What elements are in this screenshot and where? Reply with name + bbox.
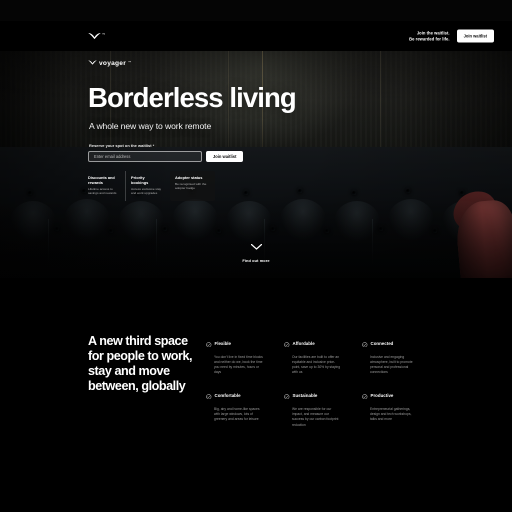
- benefit-body: Lifetime access to savings and rewards: [88, 187, 117, 196]
- feature-body: We are responsible for our impact, and m…: [292, 407, 339, 427]
- check-circle-icon: [284, 386, 290, 404]
- features-section-heading: A new third space for people to work, st…: [88, 334, 193, 393]
- feature-productive: Productive Entrepreneurial gatherings, d…: [362, 386, 432, 427]
- feature-header: Connected: [362, 334, 432, 352]
- voyager-wing-icon: [88, 60, 97, 65]
- feature-header: Comfortable: [206, 386, 276, 404]
- feature-title: Comfortable: [214, 392, 241, 398]
- email-input[interactable]: [88, 151, 202, 162]
- topbar-trademark: ™: [102, 32, 106, 37]
- feature-header: Productive: [362, 386, 432, 404]
- hero-headline: Borderless living: [88, 82, 297, 113]
- feature-title: Connected: [370, 340, 394, 346]
- landing-page: ™ Join the waitlist. Be rewarded for lif…: [0, 0, 512, 512]
- topbar-join-waitlist-button[interactable]: Join waitlist: [456, 29, 494, 43]
- benefit-card-adopter-status: Adopter status Be recognised with the ad…: [170, 171, 215, 201]
- check-circle-icon: [284, 334, 290, 352]
- feature-flexible: Flexible You don't live in fixed time bl…: [206, 334, 276, 375]
- feature-title: Sustainable: [292, 392, 318, 398]
- voyager-wing-icon: [88, 33, 101, 40]
- feature-header: Affordable: [284, 334, 354, 352]
- hero-content: voyager ™ Borderless living A whole new …: [0, 51, 512, 278]
- feature-connected: Connected Inclusive and engaging atmosph…: [362, 334, 432, 375]
- benefit-body: Access exclusive stay and work upgrades: [131, 187, 162, 196]
- feature-title: Productive: [370, 392, 394, 398]
- check-circle-icon: [362, 334, 368, 352]
- feature-body: Entrepreneurial gatherings, design and t…: [370, 407, 412, 422]
- benefit-title: Priority bookings: [131, 175, 149, 185]
- feature-body: Big, airy and home-like spaces with larg…: [214, 407, 260, 422]
- hero-benefits-list: Discounts and rewards Lifetime access to…: [88, 171, 215, 201]
- topbar-logo[interactable]: ™: [88, 33, 105, 40]
- check-circle-icon: [206, 334, 212, 352]
- features-grid: Flexible You don't live in fixed time bl…: [206, 334, 432, 428]
- benefit-card-priority-bookings: Priority bookings Access exclusive stay …: [125, 171, 167, 201]
- feature-affordable: Affordable Our facilities are built to o…: [284, 334, 354, 375]
- feature-comfortable: Comfortable Big, airy and home-like spac…: [206, 386, 276, 427]
- waitlist-form: Join waitlist: [88, 151, 244, 162]
- feature-title: Flexible: [214, 340, 232, 346]
- feature-body: Our facilities are built to offer an equ…: [292, 355, 341, 375]
- find-out-more-scroll-cue[interactable]: Find out more: [0, 237, 512, 263]
- benefit-card-discounts: Discounts and rewards Lifetime access to…: [88, 171, 125, 201]
- feature-sustainable: Sustainable We are responsible for our i…: [284, 386, 354, 427]
- benefit-title: Discounts and rewards: [88, 175, 115, 185]
- waitlist-form-label: Reserve your spot on the waitlist *: [89, 143, 155, 148]
- find-out-more-label: Find out more: [242, 258, 270, 263]
- benefit-body: Be recognised with the adopter badge: [175, 182, 207, 191]
- check-circle-icon: [206, 386, 212, 404]
- hero-brand-name: voyager: [99, 60, 127, 67]
- topbar-right-group: Join the waitlist. Be rewarded for life.…: [409, 29, 494, 43]
- chevron-down-icon: [250, 237, 262, 255]
- topbar-message-line2: Be rewarded for life.: [409, 36, 450, 41]
- features-section-inner: A new third space for people to work, st…: [88, 334, 432, 428]
- topbar-message: Join the waitlist. Be rewarded for life.: [409, 30, 449, 41]
- hero-trademark: ™: [128, 60, 132, 64]
- feature-header: Flexible: [206, 334, 276, 352]
- feature-body: You don't live in fixed time blocks and …: [214, 355, 263, 375]
- features-section: A new third space for people to work, st…: [0, 278, 512, 512]
- feature-header: Sustainable: [284, 386, 354, 404]
- check-circle-icon: [362, 386, 368, 404]
- hero-join-waitlist-button[interactable]: Join waitlist: [206, 151, 244, 162]
- feature-title: Affordable: [292, 340, 315, 346]
- hero-logo[interactable]: voyager ™: [88, 60, 131, 68]
- feature-body: Inclusive and engaging atmosphere, built…: [370, 355, 413, 375]
- top-announcement-bar: ™ Join the waitlist. Be rewarded for lif…: [0, 21, 512, 51]
- hero-subheadline: A whole new way to work remote: [89, 121, 212, 131]
- hero-section: voyager ™ Borderless living A whole new …: [0, 51, 512, 278]
- benefit-title: Adopter status: [175, 175, 203, 180]
